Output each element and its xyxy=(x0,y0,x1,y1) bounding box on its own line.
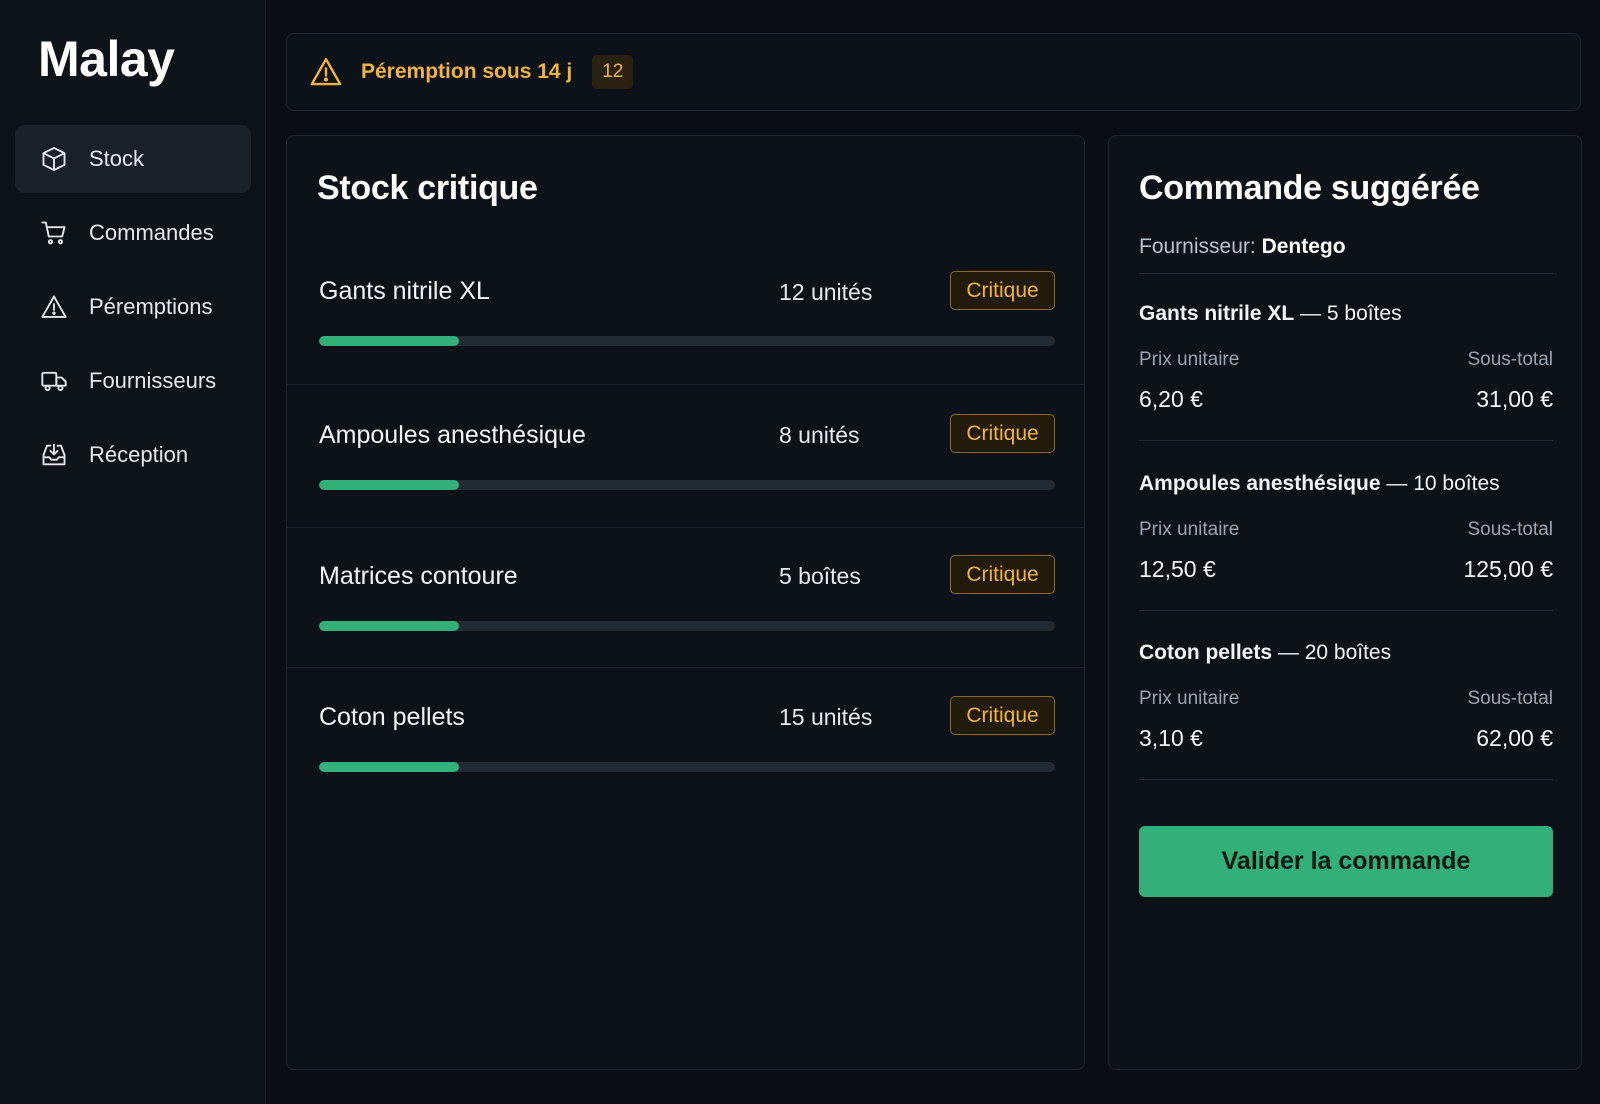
stock-level-bar xyxy=(319,336,1055,346)
order-item-name: Ampoules anesthésique xyxy=(1139,472,1381,495)
stock-item-quantity: 5 boîtes xyxy=(779,563,861,589)
sidebar-item-commandes[interactable]: Commandes xyxy=(15,199,251,267)
supplier-label: Fournisseur: xyxy=(1139,235,1256,258)
stock-row[interactable]: Gants nitrile XL 12 unités Critique xyxy=(287,244,1084,385)
stock-level-fill xyxy=(319,621,459,631)
order-item-quantity: — 20 boîtes xyxy=(1277,641,1392,664)
stock-level-bar xyxy=(319,621,1055,631)
subtotal-value: 31,00 € xyxy=(1476,386,1553,412)
panel-title: Commande suggérée xyxy=(1139,169,1480,207)
divider xyxy=(1139,440,1553,441)
stock-item-quantity: 8 unités xyxy=(779,422,860,448)
unit-price-label: Prix unitaire xyxy=(1139,688,1240,709)
unit-price-label: Prix unitaire xyxy=(1139,519,1240,540)
order-item-name: Gants nitrile XL xyxy=(1139,302,1295,325)
app-logo: Malay xyxy=(38,31,175,87)
stock-level-fill xyxy=(319,762,459,772)
box-icon xyxy=(39,144,69,174)
sidebar: Malay Stock Commandes Péremptions Fourni… xyxy=(0,0,266,1104)
divider xyxy=(1139,610,1553,611)
sidebar-item-label: Réception xyxy=(89,442,189,467)
alert-count-badge: 12 xyxy=(592,55,634,89)
unit-price-label: Prix unitaire xyxy=(1139,349,1240,370)
inbox-download-icon xyxy=(39,440,69,470)
sidebar-item-label: Stock xyxy=(89,146,145,171)
stock-level-fill xyxy=(319,336,459,346)
subtotal-value: 125,00 € xyxy=(1463,556,1553,582)
order-item[interactable]: Coton pellets — 20 boîtes Prix unitaire … xyxy=(1139,641,1553,752)
unit-price-value: 3,10 € xyxy=(1139,725,1203,751)
order-item-labels: Prix unitaire Sous-total xyxy=(1139,519,1553,541)
subtotal-label: Sous-total xyxy=(1467,688,1553,709)
order-item-quantity: — 5 boîtes xyxy=(1300,302,1402,325)
sidebar-item-reception[interactable]: Réception xyxy=(15,421,251,489)
stock-level-bar xyxy=(319,480,1055,490)
sidebar-item-label: Fournisseurs xyxy=(89,368,217,393)
order-item[interactable]: Gants nitrile XL — 5 boîtes Prix unitair… xyxy=(1139,302,1553,413)
sidebar-item-fournisseurs[interactable]: Fournisseurs xyxy=(15,347,251,415)
order-item-values: 12,50 € 125,00 € xyxy=(1139,556,1553,583)
stock-item-name: Ampoules anesthésique xyxy=(319,421,586,449)
cart-icon xyxy=(39,218,69,248)
warning-icon xyxy=(309,55,343,89)
stock-level-fill xyxy=(319,480,459,490)
truck-icon xyxy=(39,366,69,396)
order-item-labels: Prix unitaire Sous-total xyxy=(1139,688,1553,710)
divider xyxy=(1139,779,1553,780)
supplier-line: Fournisseur: Dentego xyxy=(1139,235,1346,259)
validate-order-button[interactable]: Valider la commande xyxy=(1139,826,1553,897)
sidebar-item-label: Péremptions xyxy=(89,294,213,319)
unit-price-value: 6,20 € xyxy=(1139,386,1203,412)
subtotal-value: 62,00 € xyxy=(1476,725,1553,751)
critical-badge: Critique xyxy=(950,696,1055,735)
sidebar-nav: Stock Commandes Péremptions Fournisseurs… xyxy=(15,125,251,495)
alert-text: Péremption sous 14 j xyxy=(361,60,573,83)
stock-row[interactable]: Matrices contoure 5 boîtes Critique xyxy=(287,528,1084,668)
critical-badge: Critique xyxy=(950,555,1055,594)
supplier-name: Dentego xyxy=(1261,235,1346,258)
app-root: Malay Stock Commandes Péremptions Fourni… xyxy=(0,0,1600,1104)
critical-stock-panel: Stock critique Gants nitrile XL 12 unité… xyxy=(286,135,1085,1070)
order-item-title: Coton pellets — 20 boîtes xyxy=(1139,641,1553,665)
stock-item-quantity: 15 unités xyxy=(779,704,873,730)
stock-item-quantity: 12 unités xyxy=(779,279,873,305)
stock-row[interactable]: Coton pellets 15 unités Critique xyxy=(287,668,1084,808)
order-item-name: Coton pellets xyxy=(1139,641,1273,664)
order-item-values: 6,20 € 31,00 € xyxy=(1139,386,1553,413)
order-item-title: Ampoules anesthésique — 10 boîtes xyxy=(1139,472,1553,496)
panel-title: Stock critique xyxy=(317,169,538,207)
unit-price-value: 12,50 € xyxy=(1139,556,1216,582)
subtotal-label: Sous-total xyxy=(1467,519,1553,540)
order-item-title: Gants nitrile XL — 5 boîtes xyxy=(1139,302,1553,326)
divider xyxy=(1139,273,1553,274)
stock-item-name: Matrices contoure xyxy=(319,562,518,590)
critical-badge: Critique xyxy=(950,271,1055,310)
critical-badge: Critique xyxy=(950,414,1055,453)
suggested-order-panel: Commande suggérée Fournisseur: Dentego G… xyxy=(1108,135,1582,1070)
sidebar-item-peremptions[interactable]: Péremptions xyxy=(15,273,251,341)
warning-icon xyxy=(39,292,69,322)
subtotal-label: Sous-total xyxy=(1467,349,1553,370)
stock-item-name: Gants nitrile XL xyxy=(319,277,490,305)
stock-row[interactable]: Ampoules anesthésique 8 unités Critique xyxy=(287,385,1084,528)
stock-item-name: Coton pellets xyxy=(319,703,465,731)
sidebar-item-stock[interactable]: Stock xyxy=(15,125,251,193)
order-item[interactable]: Ampoules anesthésique — 10 boîtes Prix u… xyxy=(1139,472,1553,583)
order-item-quantity: — 10 boîtes xyxy=(1386,472,1500,495)
stock-level-bar xyxy=(319,762,1055,772)
order-item-labels: Prix unitaire Sous-total xyxy=(1139,349,1553,371)
sidebar-item-label: Commandes xyxy=(89,220,214,245)
order-item-values: 3,10 € 62,00 € xyxy=(1139,725,1553,752)
expiry-alert-banner[interactable]: Péremption sous 14 j 12 xyxy=(286,33,1581,111)
